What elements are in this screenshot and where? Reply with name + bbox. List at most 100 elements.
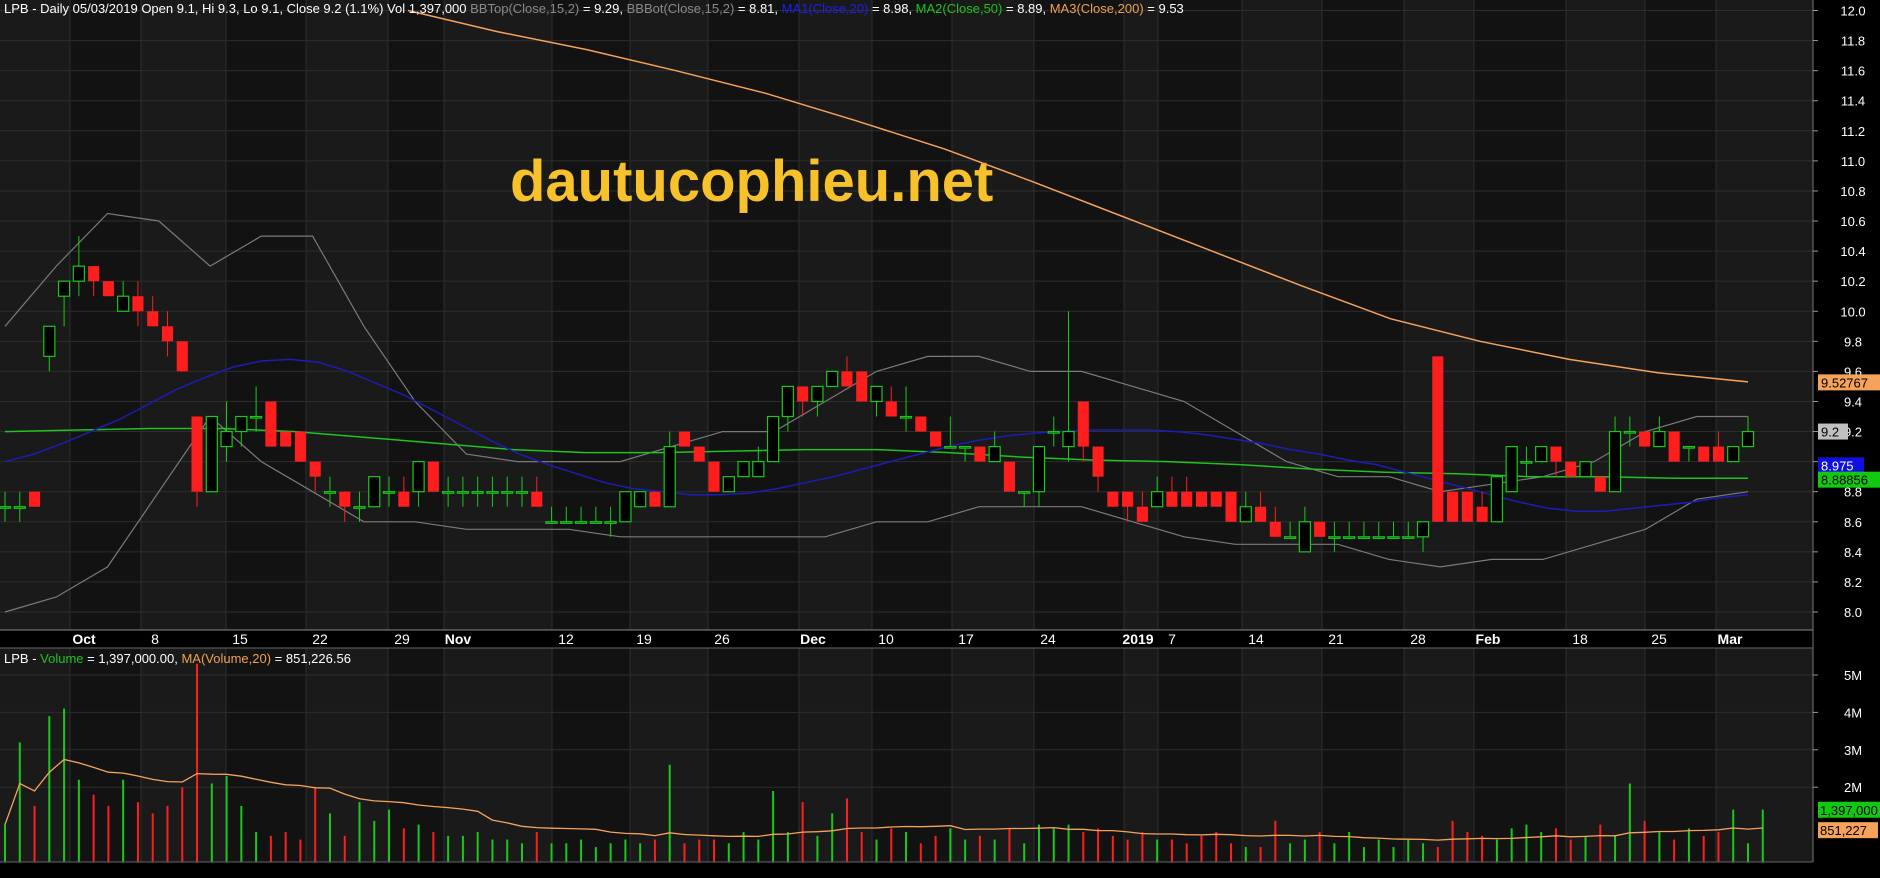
- candle-body-down: [176, 341, 188, 372]
- candle-body-down: [915, 416, 927, 432]
- date-axis-label: 28: [1410, 631, 1426, 647]
- candle-body-down: [132, 296, 144, 312]
- price-tick-label: 8.4: [1844, 545, 1862, 560]
- candle-body-down: [974, 446, 986, 462]
- price-marker-label: 8.88856: [1821, 473, 1868, 488]
- candle-body-up: [634, 491, 647, 508]
- stock-chart[interactable]: dautucophieu.net 12.0 11.8 11.6 11.4 11.2 11.…: [0, 0, 1880, 878]
- volume-tick-label: 5M: [1844, 668, 1862, 683]
- candle-body-down: [427, 461, 439, 492]
- date-axis-label: 19: [636, 631, 652, 647]
- candle-body-down: [708, 461, 720, 492]
- candle-body-down: [649, 491, 661, 507]
- candle-body-down: [531, 491, 543, 507]
- candle-body-up: [1505, 445, 1518, 493]
- candle-body-up: [958, 445, 972, 449]
- candle-body-down: [930, 431, 942, 447]
- candle-body-up: [353, 506, 366, 509]
- candle-body-down: [265, 401, 277, 447]
- candle-body-up: [781, 385, 795, 418]
- date-axis-label: Feb: [1476, 631, 1501, 647]
- volume-info-header: LPB - Volume = 1,397,000.00, MA(Volume,2…: [4, 651, 351, 666]
- candle-body-up: [515, 491, 529, 494]
- candle-body-up: [235, 415, 248, 433]
- candle-body-up: [486, 491, 499, 494]
- candle-body-up: [1018, 491, 1031, 494]
- bbtop-label: BBTop(Close,15,2): [470, 1, 580, 16]
- date-axis-label: 12: [558, 631, 574, 647]
- candle-body-down: [693, 446, 705, 462]
- bbbot-value: = 8.81,: [734, 1, 782, 16]
- ma2-value: = 8.89,: [1002, 1, 1050, 16]
- period-band: [1034, 0, 1124, 630]
- candle-body-up: [1741, 430, 1755, 448]
- volume-period-band: [70, 648, 141, 862]
- date-axis-label: 7: [1168, 631, 1176, 647]
- candle-body-up: [1283, 536, 1297, 539]
- volume-label: Volume: [40, 651, 84, 666]
- candle-body-down: [147, 311, 159, 327]
- candle-body-up: [1357, 536, 1371, 539]
- candle-body-up: [988, 445, 1001, 463]
- price-tick-label: 10.0: [1840, 304, 1865, 319]
- candle-body-down: [29, 491, 41, 507]
- period-band: [1645, 0, 1716, 630]
- period-band: [70, 0, 141, 630]
- candle-body-down: [1210, 491, 1222, 507]
- date-axis-label: Mar: [1718, 631, 1743, 647]
- candle-body-up: [870, 385, 883, 403]
- date-axis-label: 22: [312, 631, 328, 647]
- candle-body-up: [663, 445, 676, 508]
- candle-body-up: [604, 521, 617, 524]
- date-axis-label: 25: [1651, 631, 1667, 647]
- volume-period-band: [708, 648, 799, 862]
- volume-ticker-label: LPB: [4, 651, 29, 666]
- candle-body-up: [1682, 445, 1696, 449]
- candle-body-down: [1476, 506, 1488, 522]
- candle-body-down: [1077, 401, 1089, 447]
- bbbot-label: BBBot(Close,15,2): [626, 1, 735, 16]
- candle-body-up: [1490, 476, 1504, 523]
- candle-body-up: [382, 491, 396, 494]
- volume-sep: -: [28, 651, 41, 666]
- candle-body-down: [191, 416, 203, 492]
- period-band: [708, 0, 799, 630]
- candle-body-up: [619, 491, 632, 523]
- date-axis-label: Dec: [800, 631, 826, 647]
- date-axis-label: 2019: [1122, 631, 1153, 647]
- candle-body-down: [885, 401, 897, 417]
- volume-marker-label: 1,397,000: [1820, 803, 1878, 818]
- candle-body-up: [1535, 445, 1548, 463]
- candle-body-down: [1255, 506, 1267, 522]
- price-marker-label: 8.975: [1821, 458, 1854, 473]
- candle-body-up: [456, 491, 470, 494]
- volume-tick-label: 2M: [1844, 780, 1862, 795]
- candle-body-down: [88, 266, 100, 282]
- ma2-label: MA2(Close,50): [915, 1, 1003, 16]
- volume-period-band: [388, 648, 444, 862]
- candle-body-down: [1225, 491, 1237, 522]
- price-tick-label: 9.8: [1844, 334, 1862, 349]
- date-axis-label: Oct: [72, 631, 96, 647]
- candle-body-up: [766, 415, 780, 463]
- volume-marker-label: 851,227: [1820, 823, 1867, 838]
- price-marker-label: 9.2: [1821, 425, 1839, 440]
- candle-body-down: [841, 371, 853, 387]
- candle-body-down: [1594, 476, 1606, 492]
- date-axis-label: 17: [958, 631, 974, 647]
- candle-body-up: [722, 476, 735, 493]
- candle-body-up: [1328, 536, 1341, 539]
- date-axis-label: 10: [878, 631, 894, 647]
- candle-body-up: [1579, 461, 1592, 478]
- price-marker-label: 9.52767: [1821, 375, 1868, 390]
- candle-body-up: [441, 491, 455, 494]
- candle-body-down: [1003, 461, 1015, 492]
- candle-body-up: [1372, 536, 1385, 539]
- candle-body-down: [1166, 491, 1178, 507]
- candle-body-up: [811, 385, 824, 403]
- bbtop-value: = 9.29,: [579, 1, 627, 16]
- price-tick-label: 12.0: [1840, 4, 1865, 19]
- price-tick-label: 11.6: [1841, 64, 1865, 79]
- candle-body-up: [1387, 536, 1400, 539]
- period-band: [226, 0, 306, 630]
